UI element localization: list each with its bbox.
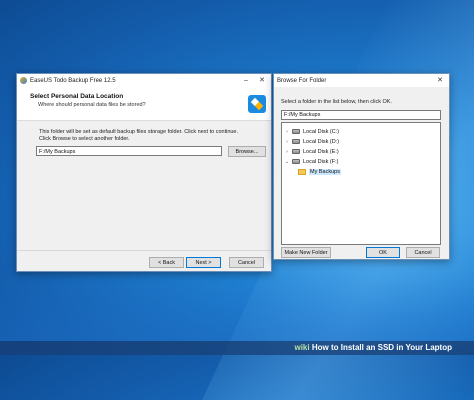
tree-item-label: Local Disk (C:) <box>303 128 340 135</box>
browse-button[interactable]: Browse... <box>228 146 266 157</box>
disk-drive-icon <box>292 129 300 134</box>
tree-item-label: Local Disk (E:) <box>303 148 339 155</box>
tree-item-disk-c[interactable]: › Local Disk (C:) <box>284 127 339 136</box>
browse-cancel-button[interactable]: Cancel <box>406 247 440 258</box>
disk-drive-icon <box>292 149 300 154</box>
back-button[interactable]: < Back <box>149 257 184 268</box>
info-text-line1: This folder will be set as default backu… <box>39 129 239 135</box>
browse-close-icon[interactable]: ✕ <box>432 74 448 87</box>
footer-divider <box>17 250 271 251</box>
tree-item-disk-d[interactable]: › Local Disk (D:) <box>284 137 339 146</box>
chevron-down-icon[interactable]: ⌄ <box>284 159 290 165</box>
tree-item-disk-f[interactable]: ⌄ Local Disk (F:) <box>284 157 339 166</box>
setup-cancel-button[interactable]: Cancel <box>229 257 264 268</box>
setup-dialog: EaseUS Todo Backup Free 12.5 – ✕ Select … <box>16 73 272 272</box>
info-text-line2: Click Browse to select another folder. <box>39 136 130 142</box>
tree-item-label: My Backups <box>309 168 341 175</box>
tree-item-my-backups[interactable]: My Backups <box>296 167 341 176</box>
minimize-icon[interactable]: – <box>238 74 254 87</box>
make-new-folder-button[interactable]: Make New Folder <box>281 247 331 258</box>
browse-folder-dialog: Browse For Folder ✕ Select a folder in t… <box>273 73 450 260</box>
chevron-right-icon[interactable]: › <box>284 139 290 145</box>
tree-item-label: Local Disk (D:) <box>303 138 340 145</box>
close-icon[interactable]: ✕ <box>254 74 270 87</box>
easeus-logo-icon <box>248 95 266 113</box>
disk-drive-icon <box>292 139 300 144</box>
setup-window-title: EaseUS Todo Backup Free 12.5 <box>30 77 116 84</box>
folder-icon <box>298 168 306 175</box>
folder-tree[interactable]: › Local Disk (C:) › Local Disk (D:) › Lo… <box>281 122 441 245</box>
article-caption: wiki How to Install an SSD in Your Lapto… <box>294 343 452 352</box>
next-button[interactable]: Next > <box>186 257 221 268</box>
wiki-brand: wiki <box>294 343 310 352</box>
browse-instruction: Select a folder in the list below, then … <box>281 99 392 105</box>
app-logo-icon <box>20 77 27 84</box>
setup-header: Select Personal Data Location Where shou… <box>17 87 271 121</box>
chevron-right-icon[interactable]: › <box>284 149 290 155</box>
backup-path-input[interactable]: F:/My Backups <box>36 146 222 156</box>
ok-button[interactable]: OK <box>366 247 400 258</box>
tree-item-disk-e[interactable]: › Local Disk (E:) <box>284 147 339 156</box>
caption-title: How to Install an SSD in Your Laptop <box>311 343 452 352</box>
setup-header-title: Select Personal Data Location <box>30 93 124 100</box>
article-caption-bar: wiki How to Install an SSD in Your Lapto… <box>0 341 474 355</box>
browse-window-title: Browse For Folder <box>277 77 327 84</box>
setup-header-subtitle: Where should personal data files be stor… <box>38 102 146 108</box>
tree-item-label: Local Disk (F:) <box>303 158 339 165</box>
setup-titlebar[interactable]: EaseUS Todo Backup Free 12.5 – ✕ <box>17 74 271 87</box>
disk-drive-icon <box>292 159 300 164</box>
browse-titlebar[interactable]: Browse For Folder ✕ <box>274 74 449 87</box>
chevron-right-icon[interactable]: › <box>284 129 290 135</box>
browse-path-field[interactable]: F:/My Backups <box>281 110 441 120</box>
